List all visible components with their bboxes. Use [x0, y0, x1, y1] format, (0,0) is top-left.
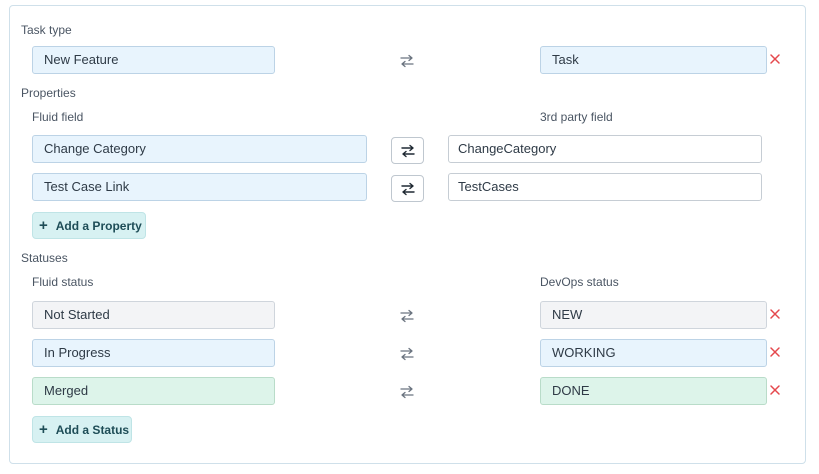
add-status-button[interactable]: + Add a Status [32, 416, 132, 443]
swap-arrows-icon [400, 385, 414, 399]
task-type-section-label: Task type [21, 23, 72, 37]
swap-button[interactable] [391, 175, 424, 202]
status-fluid-value[interactable]: Not Started [32, 301, 275, 329]
swap-arrows-icon [400, 347, 414, 361]
devops-status-column-label: DevOps status [540, 275, 619, 289]
status-fluid-value[interactable]: Merged [32, 377, 275, 405]
add-property-label: Add a Property [55, 218, 142, 233]
plus-icon: + [39, 217, 48, 234]
close-icon[interactable] [769, 346, 781, 358]
property-third-party-field[interactable]: TestCases [448, 173, 762, 201]
swap-arrows-icon [400, 309, 414, 323]
swap-arrows-icon [400, 54, 414, 68]
close-icon[interactable] [769, 384, 781, 396]
status-devops-value[interactable]: WORKING [540, 339, 767, 367]
close-icon[interactable] [769, 53, 781, 65]
add-property-button[interactable]: + Add a Property [32, 212, 146, 239]
task-type-third-party-value[interactable]: Task [540, 46, 767, 74]
properties-section-label: Properties [21, 86, 76, 100]
statuses-section-label: Statuses [21, 251, 68, 265]
task-type-fluid-value[interactable]: New Feature [32, 46, 275, 74]
swap-arrows-icon [400, 144, 415, 157]
property-fluid-field[interactable]: Change Category [32, 135, 367, 163]
swap-arrows-icon [400, 182, 415, 195]
plus-icon: + [39, 421, 48, 438]
status-devops-value[interactable]: NEW [540, 301, 767, 329]
third-party-field-column-label: 3rd party field [540, 110, 613, 124]
property-fluid-field[interactable]: Test Case Link [32, 173, 367, 201]
fluid-status-column-label: Fluid status [32, 275, 94, 289]
property-third-party-field[interactable]: ChangeCategory [448, 135, 762, 163]
status-devops-value[interactable]: DONE [540, 377, 767, 405]
close-icon[interactable] [769, 308, 781, 320]
status-fluid-value[interactable]: In Progress [32, 339, 275, 367]
swap-button[interactable] [391, 137, 424, 164]
add-status-label: Add a Status [55, 422, 130, 437]
fluid-field-column-label: Fluid field [32, 110, 84, 124]
